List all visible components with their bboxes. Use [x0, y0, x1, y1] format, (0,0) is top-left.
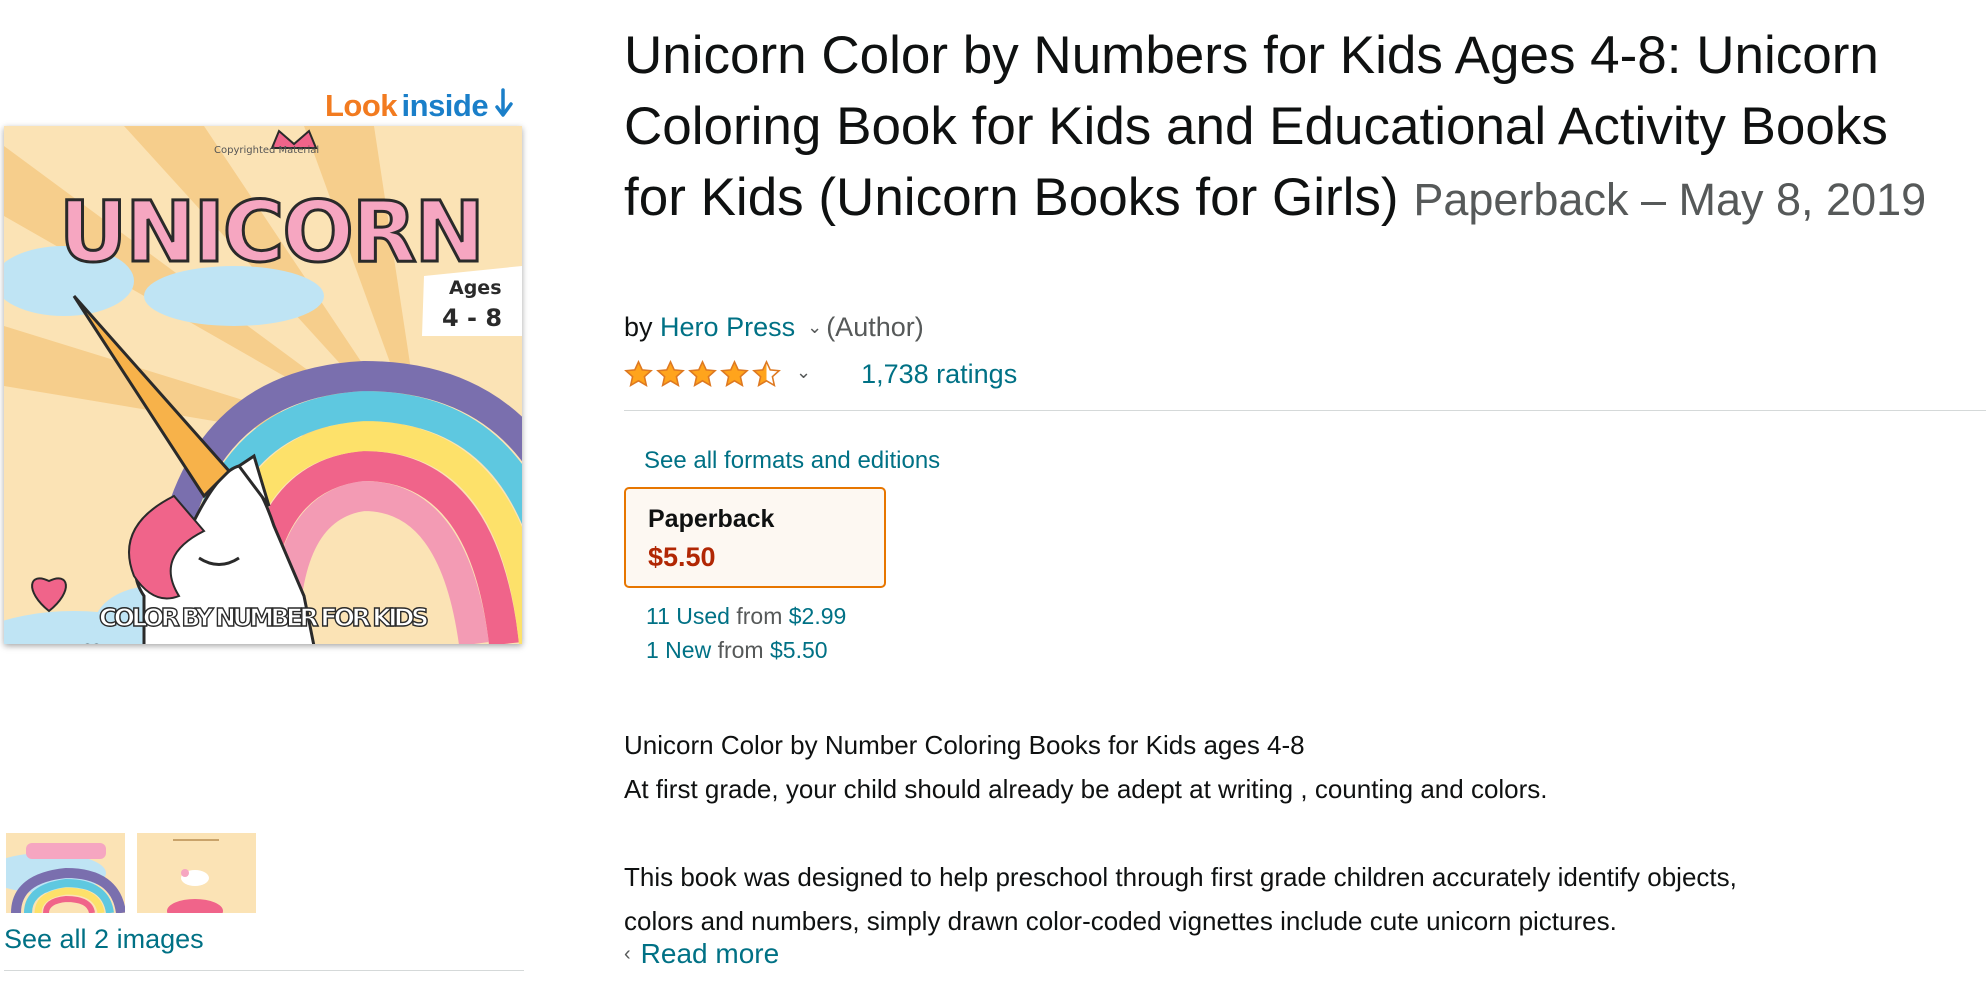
book-description: Unicorn Color by Number Coloring Books f… [624, 723, 1964, 943]
new-price-link[interactable]: $5.50 [770, 637, 828, 663]
description-line: This book was designed to help preschool… [624, 862, 1737, 892]
new-from-label: from [717, 637, 764, 663]
thumbnail-image-2[interactable] [137, 833, 256, 913]
star-icon [688, 359, 717, 387]
chevron-left-icon: ‹ [624, 943, 631, 965]
see-all-images-link[interactable]: See all 2 images [4, 924, 204, 955]
product-title-block: Unicorn Color by Numbers for Kids Ages 4… [624, 20, 1964, 235]
thumbnail-cover-art [6, 833, 125, 913]
format-price: $5.50 [648, 542, 716, 572]
read-more-toggle[interactable]: ‹ Read more [624, 938, 779, 970]
used-from-label: from [736, 603, 783, 629]
star-icon [624, 359, 653, 387]
look-inside-word-inside: inside [401, 88, 489, 123]
used-price-link[interactable]: $2.99 [789, 603, 847, 629]
section-divider [624, 410, 1986, 411]
cover-footer-text: COLOR BY NUMBER FOR KIDS [99, 603, 429, 632]
used-offers-link[interactable]: 11 Used [646, 603, 730, 629]
new-offers: 1 New from $5.50 [646, 637, 828, 664]
look-inside-word-look: Look [325, 88, 398, 123]
ratings-count-link[interactable]: 1,738 ratings [861, 359, 1017, 390]
format-name: Paperback [648, 505, 775, 533]
byline: by Hero Press ⌄ (Author) [624, 312, 924, 343]
see-all-formats-link[interactable]: See all formats and editions [644, 447, 940, 475]
main-product-image[interactable]: Copyrighted Material UNICORN Ages 4 - 8 … [4, 126, 522, 644]
book-cover-illustration: Copyrighted Material UNICORN Ages 4 - 8 … [4, 126, 522, 644]
author-link[interactable]: Hero Press [660, 312, 795, 342]
gallery-divider [4, 970, 524, 971]
ages-range: 4 - 8 [442, 304, 502, 332]
cover-logo-text: UNICORN [59, 183, 483, 281]
author-role: (Author) [826, 312, 924, 342]
down-arrow-icon [494, 88, 513, 117]
description-line: At first grade, your child should alread… [624, 774, 1548, 804]
chevron-down-icon[interactable]: ⌄ [807, 317, 822, 337]
thumbnail-image-1[interactable] [6, 833, 125, 913]
format-and-date: Paperback – May 8, 2019 [1413, 174, 1927, 225]
used-offers: 11 Used from $2.99 [646, 603, 846, 630]
by-label: by [624, 312, 653, 342]
chevron-down-icon[interactable]: ⌄ [796, 362, 811, 383]
rating-row: ⌄ 1,738 ratings [624, 354, 1017, 394]
format-option-paperback[interactable]: Paperback $5.50 [624, 487, 886, 588]
new-offers-link[interactable]: 1 New [646, 637, 711, 663]
copyright-text: Copyrighted Material [214, 145, 319, 156]
star-icon [752, 359, 781, 387]
description-line: Unicorn Color by Number Coloring Books f… [624, 730, 1305, 760]
star-rating[interactable] [624, 359, 784, 389]
star-icon [720, 359, 749, 387]
description-line: colors and numbers, simply drawn color-c… [624, 906, 1617, 936]
read-more-link[interactable]: Read more [641, 938, 780, 969]
star-icon [656, 359, 685, 387]
ages-label: Ages [449, 277, 502, 299]
thumbnail-back-cover [137, 833, 256, 913]
look-inside-link[interactable]: Look inside [325, 88, 525, 128]
